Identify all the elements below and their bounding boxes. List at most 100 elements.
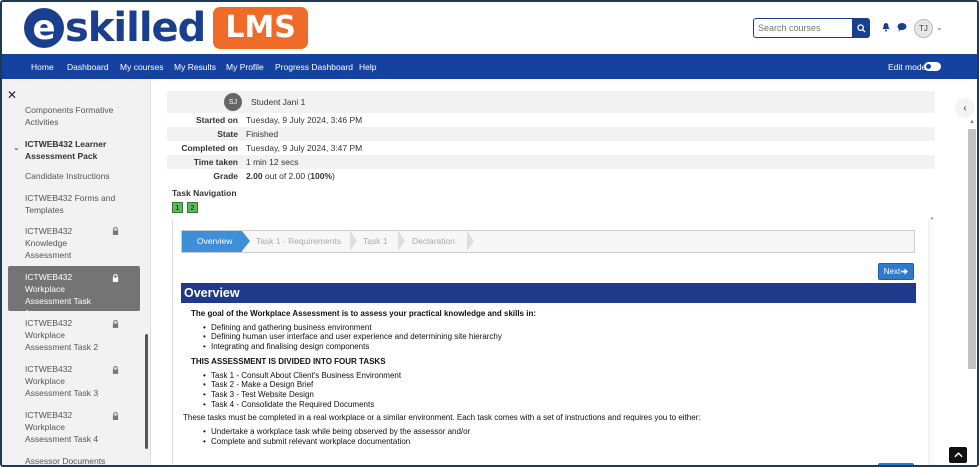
page-scrollbar[interactable] bbox=[968, 129, 976, 369]
chevron-left-icon: ‹ bbox=[963, 102, 967, 114]
summary-row-grade: Grade 2.00 out of 2.00 (100%) bbox=[167, 169, 935, 183]
edit-mode-label: Edit mode bbox=[888, 62, 927, 72]
main-content: SJ Student Jani 1 Started on Tuesday, 9 … bbox=[151, 79, 941, 465]
nav-dashboard[interactable]: Dashboard bbox=[67, 62, 109, 72]
summary-label: Completed on bbox=[181, 143, 238, 153]
wizard-steps: Overview Task 1 - Requirements Task 1 De… bbox=[181, 230, 915, 253]
next-label: Next bbox=[883, 267, 901, 276]
summary-label: Time taken bbox=[193, 157, 238, 167]
step-separator bbox=[467, 231, 474, 251]
sidebar-item-knowledge-assessment[interactable]: ICTWEB432 Knowledge Assessment bbox=[25, 225, 95, 261]
student-name[interactable]: Student Jani 1 bbox=[251, 97, 305, 107]
summary-row-time-taken: Time taken 1 min 12 secs bbox=[167, 155, 935, 169]
search-input[interactable] bbox=[753, 18, 853, 38]
summary-label: State bbox=[217, 129, 238, 139]
skills-list: Defining and gathering business environm… bbox=[203, 323, 911, 352]
completion-note: These tasks must be completed in a real … bbox=[183, 413, 701, 423]
list-item: Task 4 - Consolidate the Required Docume… bbox=[203, 400, 911, 410]
arrow-right-icon bbox=[901, 268, 909, 275]
summary-value: Tuesday, 9 July 2024, 3:47 PM bbox=[246, 143, 363, 153]
sidebar-item-forms-templates[interactable]: ICTWEB432 Forms and Templates bbox=[25, 192, 120, 216]
overview-body: The goal of the Workplace Assessment is … bbox=[183, 309, 911, 446]
edit-mode-toggle[interactable] bbox=[924, 62, 941, 71]
student-avatar[interactable]: SJ bbox=[224, 93, 242, 111]
tasks-list: Task 1 - Consult About Client's Business… bbox=[203, 371, 911, 410]
list-item: Defining and gathering business environm… bbox=[203, 323, 911, 333]
step-declaration[interactable]: Declaration bbox=[412, 231, 455, 252]
next-button-bottom[interactable] bbox=[878, 463, 914, 465]
task-nav-button-1[interactable]: 1 bbox=[172, 202, 183, 213]
sidebar-item-workplace-task-3[interactable]: ICTWEB432 Workplace Assessment Task 3 bbox=[25, 363, 100, 399]
nav-home[interactable]: Home bbox=[31, 62, 54, 72]
chevron-down-icon[interactable]: ⌄ bbox=[13, 143, 20, 152]
sidebar-item-assessor-documents[interactable]: Assessor Documents bbox=[25, 455, 120, 465]
sidebar-item-candidate-instructions[interactable]: Candidate Instructions bbox=[25, 170, 120, 182]
bell-icon[interactable] bbox=[881, 22, 891, 32]
chevron-down-icon[interactable]: ⌄ bbox=[936, 23, 943, 32]
user-avatar[interactable]: TJ bbox=[914, 19, 933, 38]
content-scrollbar[interactable] bbox=[928, 219, 934, 465]
messages-icon[interactable] bbox=[897, 22, 907, 32]
grade-score: 2.00 bbox=[246, 171, 263, 181]
nav-my-profile[interactable]: My Profile bbox=[226, 62, 264, 72]
task-navigation-title: Task Navigation bbox=[172, 188, 237, 198]
grade-out-of: out of 2.00 ( bbox=[262, 171, 311, 181]
back-to-top-button[interactable] bbox=[949, 447, 967, 463]
sidebar-item-workplace-task-1[interactable]: ICTWEB432 Workplace Assessment Task 1 bbox=[25, 271, 95, 319]
list-item: Undertake a workplace task while being o… bbox=[203, 427, 911, 437]
step-active-arrow bbox=[242, 231, 250, 251]
lock-icon bbox=[112, 320, 119, 328]
summary-user-row: SJ Student Jani 1 bbox=[167, 91, 935, 113]
step-separator bbox=[350, 231, 357, 251]
sidebar-item-partial[interactable]: Components Formative Activities bbox=[25, 104, 125, 128]
summary-value: Tuesday, 9 July 2024, 3:46 PM bbox=[246, 115, 363, 125]
list-item: Task 3 - Test Website Design bbox=[203, 390, 911, 400]
right-drawer-strip: ‹ ▲ bbox=[941, 79, 977, 465]
summary-label: Grade bbox=[213, 171, 238, 181]
browser-frame: e skilled LMS TJ ⌄ Home Dashboard My cou… bbox=[0, 0, 979, 467]
nav-help[interactable]: Help bbox=[359, 62, 376, 72]
logo-lms-badge: LMS bbox=[213, 7, 308, 49]
open-block-drawer-button[interactable]: ‹ bbox=[955, 98, 975, 118]
sidebar-section-title[interactable]: ICTWEB432 Learner Assessment Pack bbox=[25, 138, 135, 162]
task-content-frame: Overview Task 1 - Requirements Task 1 De… bbox=[172, 219, 932, 465]
lock-icon bbox=[112, 274, 119, 282]
summary-row-completed: Completed on Tuesday, 9 July 2024, 3:47 … bbox=[167, 141, 935, 155]
nav-progress-dashboard[interactable]: Progress Dashboard bbox=[275, 62, 353, 72]
scroll-up-arrow-icon[interactable]: ▲ bbox=[969, 119, 975, 125]
step-overview[interactable]: Overview bbox=[197, 231, 232, 252]
summary-value: Finished bbox=[246, 129, 279, 139]
summary-value: 1 min 12 secs bbox=[246, 157, 299, 167]
next-button[interactable]: Next bbox=[878, 263, 914, 280]
search-icon bbox=[856, 23, 866, 33]
close-drawer-icon[interactable]: ✕ bbox=[7, 88, 17, 102]
tasks-heading: THIS ASSESSMENT IS DIVIDED INTO FOUR TAS… bbox=[191, 356, 386, 366]
grade-value: 2.00 out of 2.00 (100%) bbox=[244, 169, 335, 183]
summary-row-started: Started on Tuesday, 9 July 2024, 3:46 PM bbox=[167, 113, 935, 127]
attempt-summary-table: SJ Student Jani 1 Started on Tuesday, 9 … bbox=[167, 91, 935, 183]
step-separator bbox=[398, 231, 405, 251]
course-index-drawer: ✕ Components Formative Activities ⌄ ICTW… bbox=[2, 79, 151, 465]
task-nav-button-2[interactable]: 2 bbox=[187, 202, 198, 213]
overview-intro: The goal of the Workplace Assessment is … bbox=[191, 309, 536, 318]
nav-my-courses[interactable]: My courses bbox=[120, 62, 163, 72]
step-task1-requirements[interactable]: Task 1 - Requirements bbox=[256, 231, 341, 252]
sidebar-item-workplace-task-4[interactable]: ICTWEB432 Workplace Assessment Task 4 bbox=[25, 409, 100, 445]
main-navbar: Home Dashboard My courses My Results My … bbox=[2, 54, 977, 79]
overview-heading: Overview bbox=[181, 283, 916, 303]
summary-row-state: State Finished bbox=[167, 127, 935, 141]
logo-e-mark: e bbox=[24, 8, 64, 48]
eskilled-logo[interactable]: e skilled LMS bbox=[24, 7, 308, 49]
chevron-up-icon bbox=[953, 452, 963, 458]
options-list: Undertake a workplace task while being o… bbox=[203, 427, 911, 446]
step-task1[interactable]: Task 1 bbox=[363, 231, 388, 252]
nav-my-results[interactable]: My Results bbox=[174, 62, 216, 72]
logo-wordmark: skilled bbox=[65, 5, 206, 51]
list-item: Task 1 - Consult About Client's Business… bbox=[203, 371, 911, 381]
sidebar-scrollbar[interactable] bbox=[145, 334, 148, 449]
list-item: Defining human user interface and user e… bbox=[203, 332, 911, 342]
search-button[interactable] bbox=[852, 18, 870, 38]
lock-icon bbox=[112, 227, 119, 235]
summary-label: Started on bbox=[195, 115, 238, 125]
sidebar-item-workplace-task-2[interactable]: ICTWEB432 Workplace Assessment Task 2 bbox=[25, 317, 100, 353]
